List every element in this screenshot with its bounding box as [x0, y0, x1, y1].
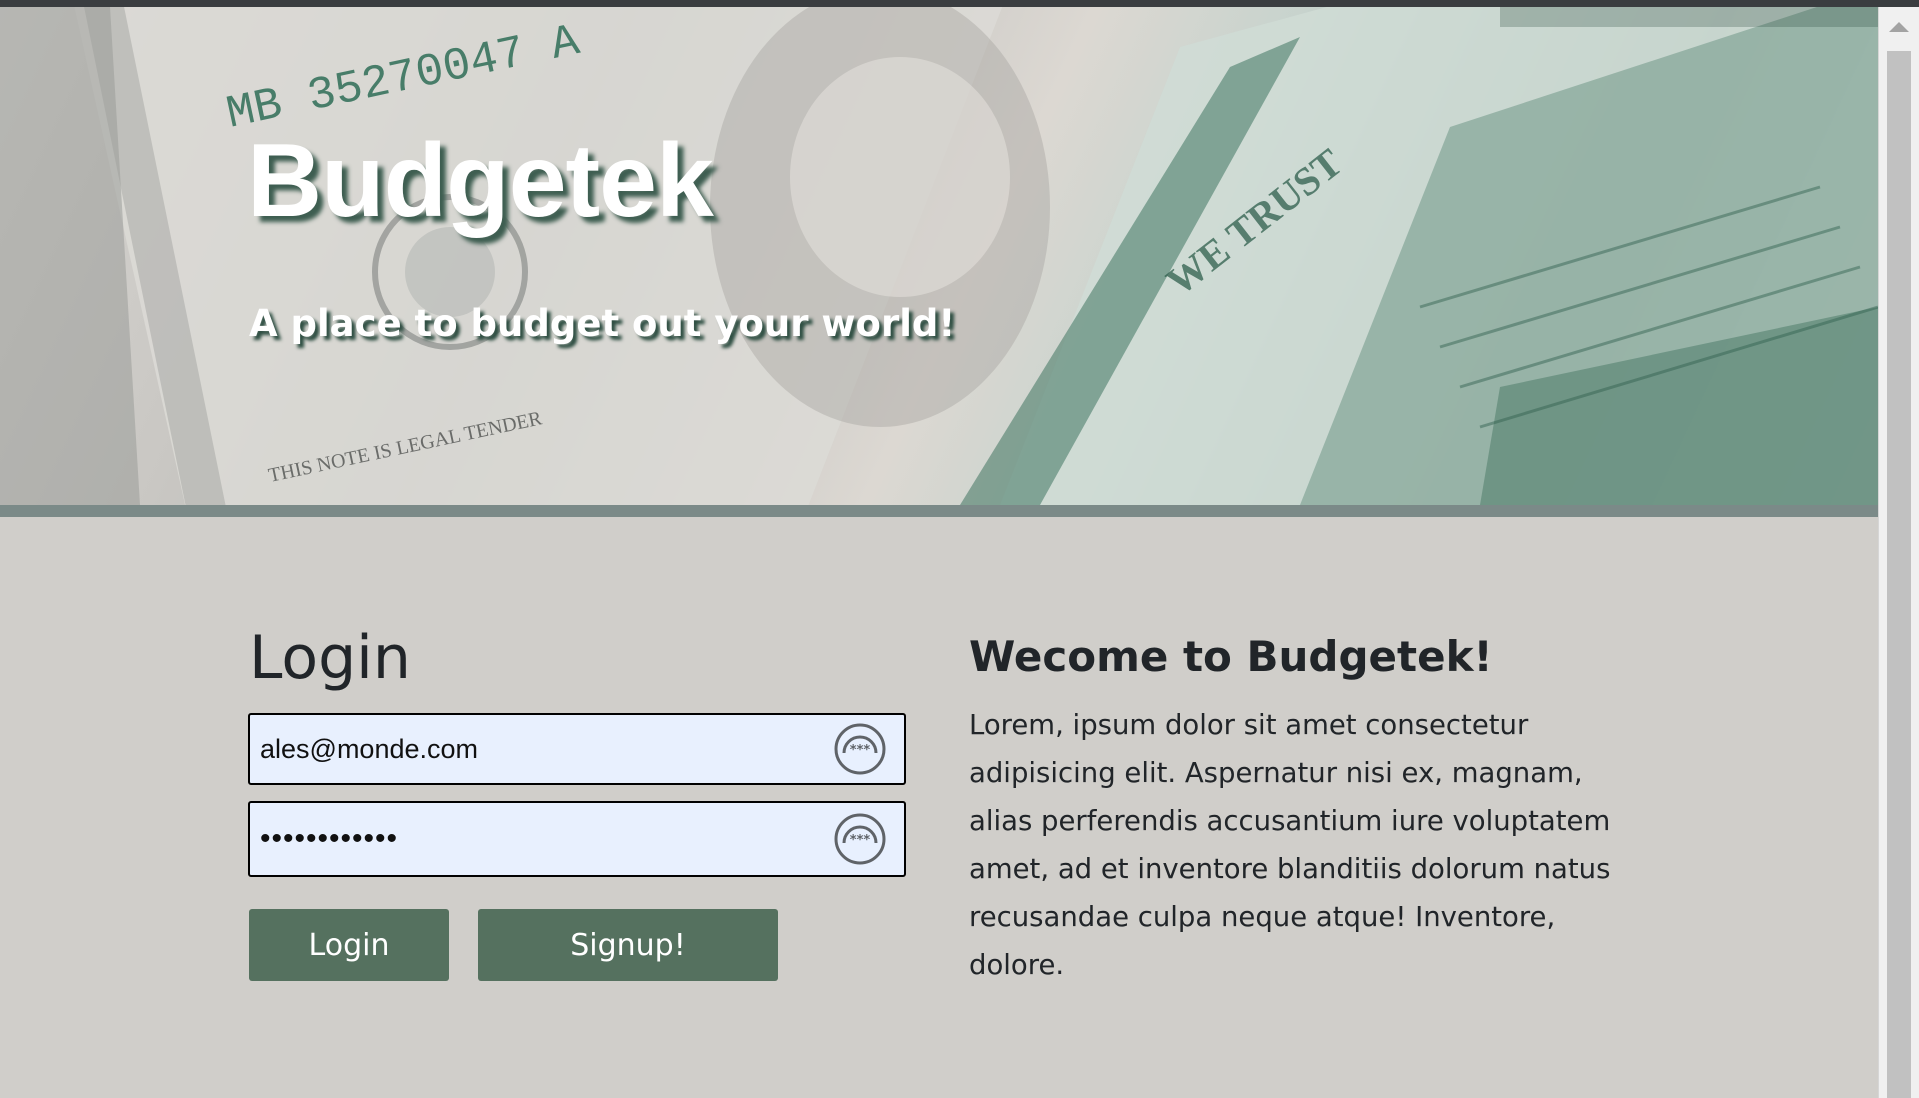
hero-divider [0, 505, 1878, 517]
site-title: Budgetek [247, 123, 714, 239]
password-input[interactable] [260, 803, 820, 875]
site-tagline: A place to budget out your world! [249, 302, 956, 345]
welcome-heading: Wecome to Budgetek! [969, 632, 1493, 681]
svg-text:***: *** [850, 743, 871, 758]
svg-text:***: *** [850, 833, 871, 848]
password-manager-key-icon[interactable]: *** [834, 723, 886, 775]
email-input[interactable] [260, 715, 820, 783]
vertical-scrollbar[interactable] [1878, 7, 1919, 1098]
login-heading: Login [249, 623, 411, 693]
scrollbar-thumb[interactable] [1887, 51, 1911, 1098]
password-manager-key-icon[interactable]: *** [834, 813, 886, 865]
login-button[interactable]: Login [249, 909, 449, 981]
hero-banner: MB 35270047 A THIS NOTE IS LEGAL TENDER … [0, 7, 1878, 505]
email-field[interactable]: *** [248, 713, 906, 785]
welcome-paragraph: Lorem, ipsum dolor sit amet consectetur … [969, 709, 1611, 981]
signup-button[interactable]: Signup! [478, 909, 778, 981]
scroll-up-arrow-icon[interactable] [1879, 7, 1919, 47]
browser-top-edge [0, 0, 1919, 7]
password-field[interactable]: *** [248, 801, 906, 877]
money-background-image: MB 35270047 A THIS NOTE IS LEGAL TENDER … [0, 7, 1878, 505]
